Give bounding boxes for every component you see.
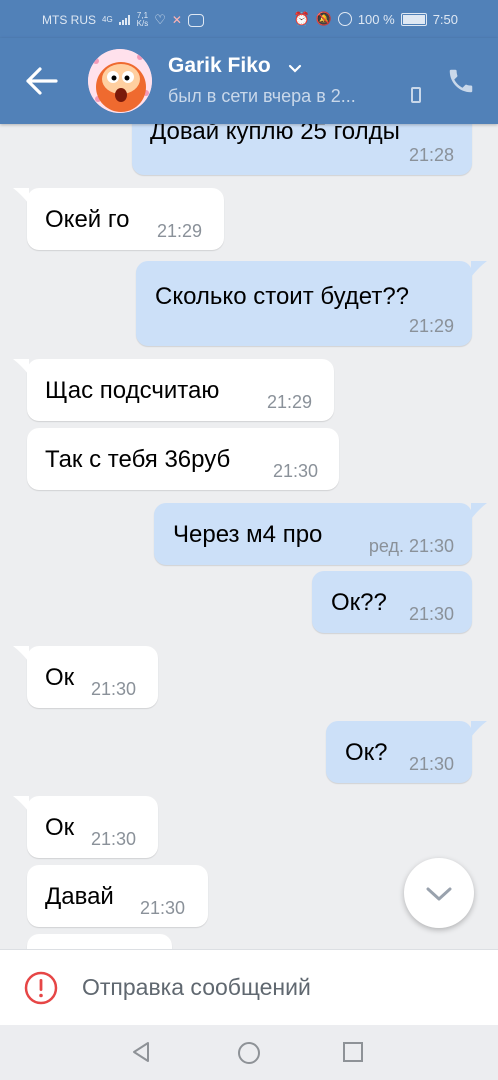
bubble-tail (13, 359, 29, 375)
nav-home-icon[interactable] (237, 1041, 261, 1065)
message-time: 21:29 (267, 392, 313, 412)
message-text: Так с тебя 36руб (45, 446, 231, 473)
message-time: 21:29 (157, 221, 203, 241)
message-bubble-incoming[interactable]: Ок 21:30 (27, 646, 158, 708)
phone-call-icon[interactable] (446, 66, 476, 96)
mobile-device-icon (411, 87, 421, 103)
bubble-tail (13, 646, 29, 662)
message-bubble-incoming[interactable]: Щас подсчитаю 21:29 (27, 359, 334, 421)
contact-name[interactable]: Garik Fiko (168, 54, 271, 78)
data-saver-icon (337, 12, 352, 26)
message-time: 21:30 (91, 829, 137, 849)
bubble-tail (471, 261, 487, 277)
carrier-name: MTS RUS (42, 13, 96, 27)
bubble-tail (13, 188, 29, 204)
last-seen-status: был в сети вчера в 2... (168, 86, 356, 106)
chat-header: Garik Fiko был в сети вчера в 2... (0, 38, 498, 124)
message-bubble-outgoing[interactable]: Сколько стоит будет?? 21:29 (136, 261, 472, 346)
alarm-icon: ⏰ (293, 11, 310, 26)
bubble-tail (471, 721, 487, 737)
message-text: Ок? (345, 739, 388, 766)
signal-icon (118, 15, 131, 25)
heart-icon: ♡ (154, 12, 166, 27)
message-bubble-outgoing[interactable]: Через м4 про ред. 21:30 (154, 503, 472, 565)
battery-icon (400, 12, 427, 26)
scroll-to-bottom-button[interactable] (404, 858, 474, 928)
sending-status-bar[interactable]: Отправка сообщений (0, 949, 498, 1026)
message-bubble-incoming[interactable]: Давай 21:30 (27, 865, 208, 927)
chevron-down-icon (426, 887, 452, 901)
message-bubble-incoming[interactable]: Ок 21:30 (27, 796, 158, 858)
avatar[interactable] (88, 49, 152, 113)
message-text: Через м4 про (173, 521, 323, 548)
app-icon: ✕ (171, 13, 182, 27)
chevron-down-icon[interactable] (288, 64, 302, 74)
data-speed-unit: K/s (136, 19, 149, 28)
status-bar: MTS RUS 4G 7,1 K/s ♡ ✕ ⏰ 🔕 100 % 7:50 (0, 0, 498, 38)
message-text: Щас подсчитаю (45, 377, 220, 404)
message-text: Окей го (45, 206, 130, 233)
message-time: 21:30 (408, 604, 454, 624)
message-text: Сколько стоит будет?? (155, 283, 410, 310)
message-bubble-outgoing[interactable]: Ок? 21:30 (326, 721, 472, 783)
nav-back-icon[interactable] (130, 1041, 152, 1063)
bubble-tail (471, 503, 487, 519)
message-bubble-incoming[interactable]: Так с тебя 36руб 21:30 (27, 428, 339, 490)
system-nav-bar (0, 1025, 498, 1080)
message-text: Ок (45, 664, 75, 691)
message-time: 21:30 (91, 679, 137, 699)
bubble-tail (13, 796, 29, 812)
message-time: 21:29 (408, 316, 454, 336)
mute-icon: 🔕 (315, 11, 332, 26)
message-time: 21:30 (140, 898, 186, 918)
message-text: Давай (45, 883, 114, 910)
sending-status-text: Отправка сообщений (82, 974, 311, 1000)
battery-percent: 100 % (357, 11, 395, 27)
message-bubble-incoming[interactable]: Окей го 21:29 (27, 188, 224, 250)
message-time: 21:28 (408, 145, 454, 165)
network-type: 4G (102, 15, 113, 24)
clock: 7:50 (432, 11, 458, 27)
error-icon (24, 971, 58, 1005)
avatar-image (88, 49, 152, 113)
message-text: Ок (45, 814, 75, 841)
message-text: Ок?? (331, 589, 387, 616)
back-arrow-icon[interactable] (24, 65, 60, 97)
nav-recents-icon[interactable] (343, 1042, 363, 1062)
vk-app-icon (187, 13, 204, 27)
message-time: 21:30 (273, 461, 319, 481)
message-time: ред. 21:30 (368, 536, 454, 556)
message-time: 21:30 (408, 754, 454, 774)
message-bubble-outgoing[interactable]: Ок?? 21:30 (312, 571, 472, 633)
